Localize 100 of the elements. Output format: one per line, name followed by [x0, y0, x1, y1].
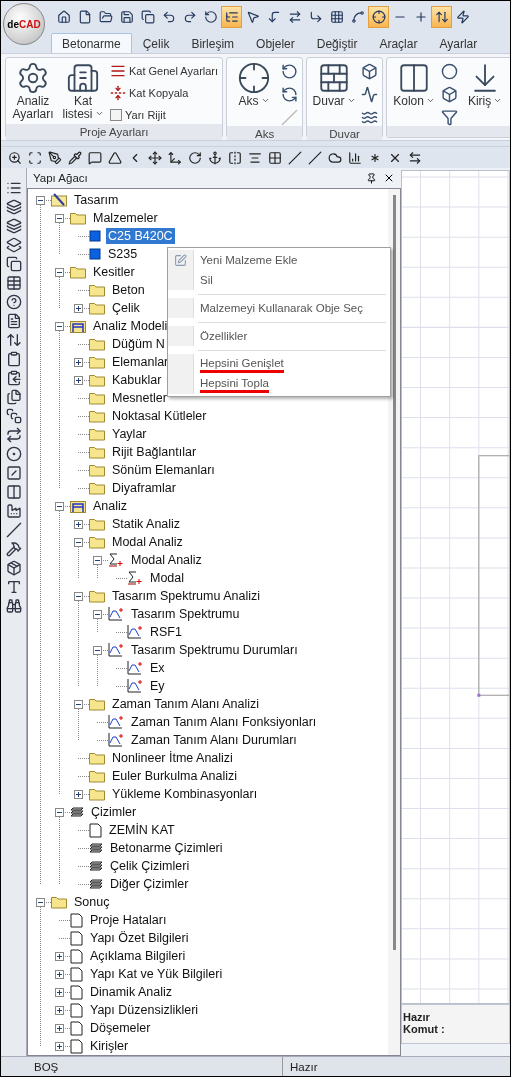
- tree-item[interactable]: Mesnetler: [110, 390, 169, 406]
- toolbar-icon[interactable]: [5, 446, 22, 462]
- ribbon-tab[interactable]: Ayarlar: [428, 33, 489, 53]
- toolbar-icon[interactable]: [5, 465, 22, 481]
- toolbar-icon[interactable]: [308, 150, 322, 165]
- tree-item[interactable]: Elemanlar: [110, 354, 171, 370]
- tree-item[interactable]: ZEMİN KAT: [107, 822, 177, 838]
- tree-item[interactable]: Zaman Tanım Alanı Durumları: [129, 732, 299, 748]
- pin-icon[interactable]: [366, 172, 377, 184]
- toolbar-icon[interactable]: [5, 351, 22, 367]
- tree-item[interactable]: Dinamik Analiz: [88, 984, 174, 1000]
- tree-item[interactable]: Kabuklar: [110, 372, 164, 388]
- tree-item[interactable]: Çelik Çizimleri: [108, 858, 192, 874]
- tree-item[interactable]: Euler Burkulma Analizi: [110, 768, 240, 784]
- expand-icon[interactable]: [74, 789, 83, 799]
- toolbar-icon[interactable]: [288, 150, 302, 165]
- tree-item[interactable]: Modal Analiz: [110, 534, 185, 550]
- tree-item[interactable]: Zaman Tanım Alanı Analizi: [110, 696, 262, 712]
- arrows-icon[interactable]: [431, 5, 452, 28]
- ribbon-button[interactable]: Duvar: [311, 61, 358, 126]
- menu-item[interactable]: Özellikler: [168, 326, 390, 346]
- toolbar-icon[interactable]: [5, 332, 22, 348]
- tree-item[interactable]: Yapı Düzensizlikleri: [88, 1002, 201, 1018]
- collapse-icon[interactable]: [55, 213, 64, 223]
- ribbon-button[interactable]: Aks: [231, 61, 278, 126]
- tree-item[interactable]: Rijit Bağlantılar: [110, 444, 199, 460]
- list-icon[interactable]: [221, 5, 242, 28]
- collapse-icon[interactable]: [36, 897, 45, 907]
- expand-icon[interactable]: [74, 375, 83, 385]
- toolbar-icon[interactable]: [5, 313, 22, 329]
- ribbon-tab[interactable]: Birleşim: [180, 33, 246, 53]
- ribbon-button[interactable]: Kiriş: [462, 61, 509, 126]
- toolbar-icon[interactable]: [5, 427, 22, 443]
- toolbar-icon[interactable]: [5, 256, 22, 272]
- tree-item[interactable]: Modal: [148, 570, 187, 586]
- toolbar-icon[interactable]: [5, 180, 22, 196]
- toolbar-icon[interactable]: [68, 150, 82, 165]
- ribbon-tab[interactable]: Değiştir: [305, 33, 369, 53]
- waves-icon[interactable]: [361, 109, 379, 126]
- tree-item[interactable]: Analiz Modeli: [91, 318, 170, 334]
- toolbar-icon[interactable]: [28, 150, 42, 165]
- tree-item[interactable]: Tasarım Spektrumu Analizi: [110, 588, 262, 604]
- ribbon-button[interactable]: Kat Kopyala: [110, 83, 219, 102]
- tree-item[interactable]: Malzemeler: [91, 210, 160, 226]
- toolbar-icon[interactable]: [168, 150, 182, 165]
- expand-icon[interactable]: [55, 1041, 64, 1051]
- tree-item[interactable]: Modal Analiz: [129, 552, 204, 568]
- tree-item[interactable]: C25 B420C: [106, 228, 175, 244]
- tree-item[interactable]: Analiz: [91, 498, 130, 514]
- tree-item[interactable]: Statik Analiz: [110, 516, 183, 532]
- toolbar-icon[interactable]: [8, 150, 22, 165]
- tree-item[interactable]: Diğer Çizimler: [108, 876, 191, 892]
- collapse-icon[interactable]: [55, 807, 64, 817]
- collapse-icon[interactable]: [74, 591, 83, 601]
- expand-icon[interactable]: [55, 1005, 64, 1015]
- tree-item[interactable]: Zaman Tanım Alanı Fonksiyonları: [129, 714, 319, 730]
- menu-item[interactable]: Malzemeyi Kullanarak Obje Seç: [168, 298, 390, 318]
- tree-item[interactable]: Kesitler: [91, 264, 137, 280]
- ribbon-button[interactable]: Kat Genel Ayarları: [110, 61, 219, 80]
- toolbar-icon[interactable]: [5, 560, 22, 576]
- close-icon[interactable]: [383, 172, 395, 184]
- collapse-icon[interactable]: [36, 195, 45, 205]
- toolbar-icon[interactable]: [5, 237, 22, 253]
- toolbar-icon[interactable]: [208, 150, 222, 165]
- expand-icon[interactable]: [74, 519, 83, 529]
- toolbar-icon[interactable]: [5, 199, 22, 215]
- toolbar-icon[interactable]: [148, 150, 162, 165]
- cube-icon[interactable]: [361, 63, 379, 80]
- toolbar-icon[interactable]: [268, 150, 282, 165]
- toolbar-icon[interactable]: [5, 408, 22, 424]
- scrollbar-thumb[interactable]: [392, 195, 396, 950]
- toolbar-icon[interactable]: [108, 150, 122, 165]
- ribbon-tab[interactable]: Araçlar: [368, 33, 429, 53]
- tree-item[interactable]: Tasarım Spektrumu Durumları: [129, 642, 300, 658]
- toolbar-icon[interactable]: [48, 150, 62, 165]
- collapse-icon[interactable]: [55, 501, 64, 511]
- menu-item[interactable]: Hepsini Genişlet: [168, 354, 390, 374]
- tree-item[interactable]: S235: [106, 246, 140, 262]
- expand-icon[interactable]: [55, 951, 64, 961]
- tree-item[interactable]: Beton: [110, 282, 147, 298]
- tree-item[interactable]: Döşemeler: [88, 1020, 153, 1036]
- tree-item[interactable]: Ey: [148, 678, 167, 694]
- collapse-icon[interactable]: [74, 699, 83, 709]
- collapse-icon[interactable]: [55, 321, 64, 331]
- ribbon-tab[interactable]: Betonarme: [51, 33, 132, 53]
- wave-icon[interactable]: [361, 86, 379, 103]
- expand-icon[interactable]: [55, 1023, 64, 1033]
- toolbar-icon[interactable]: [5, 522, 22, 538]
- expand-icon[interactable]: [55, 987, 64, 997]
- circle-icon[interactable]: [441, 63, 459, 80]
- arc-icon[interactable]: [281, 63, 299, 80]
- ribbon-tab[interactable]: Çelik: [131, 33, 181, 53]
- tree-item[interactable]: Nonlineer İtme Analizi: [110, 750, 235, 766]
- toolbar-icon[interactable]: [5, 598, 22, 614]
- tree-item[interactable]: Çizimler: [89, 804, 139, 820]
- toolbar-icon[interactable]: [5, 294, 22, 310]
- toolbar-icon[interactable]: [5, 389, 22, 405]
- toolbar-icon[interactable]: [228, 150, 242, 165]
- collapse-icon[interactable]: [55, 267, 64, 277]
- tree-item[interactable]: Betonarme Çizimleri: [108, 840, 225, 856]
